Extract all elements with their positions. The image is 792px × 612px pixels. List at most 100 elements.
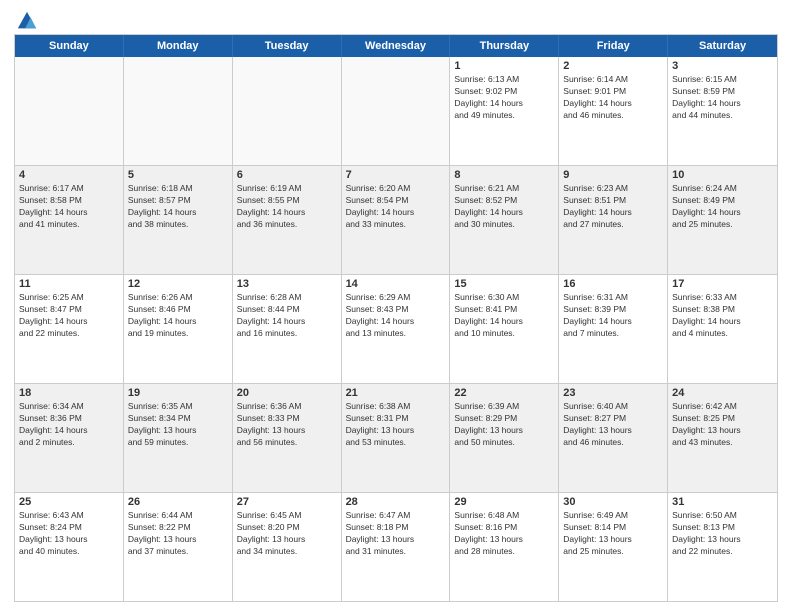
cal-cell: 4Sunrise: 6:17 AM Sunset: 8:58 PM Daylig… [15, 166, 124, 274]
day-info: Sunrise: 6:24 AM Sunset: 8:49 PM Dayligh… [672, 183, 773, 231]
cal-cell: 11 Sunrise: 6:25 AM Sunset: 8:47 PM Dayli… [15, 275, 124, 383]
day-number: 22 [454, 387, 554, 399]
day-number: 19 [128, 387, 228, 399]
day-info: Sunrise: 6:29 AM Sunset: 8:43 PM Dayligh… [346, 292, 446, 340]
day-number: 20 [237, 387, 337, 399]
day-number: 30 [563, 496, 663, 508]
cal-cell: 21 Sunrise: 6:38 AM Sunset: 8:31 PM Dayli… [342, 384, 451, 492]
cal-cell: 20Sunrise: 6:36 AM Sunset: 8:33 PM Dayli… [233, 384, 342, 492]
day-info: Sunrise: 6:26 AM Sunset: 8:46 PM Dayligh… [128, 292, 228, 340]
cal-cell [342, 57, 451, 165]
day-number: 2 [563, 60, 663, 72]
cal-cell: 13 Sunrise: 6:28 AM Sunset: 8:44 PM Dayli… [233, 275, 342, 383]
day-info: Sunrise: 6:38 AM Sunset: 8:31 PM Dayligh… [346, 401, 446, 449]
week-row-2: 11 Sunrise: 6:25 AM Sunset: 8:47 PM Dayli… [15, 275, 777, 384]
cal-cell: 31 Sunrise: 6:50 AM Sunset: 8:13 PM Dayli… [668, 493, 777, 601]
week-row-0: 1Sunrise: 6:13 AM Sunset: 9:02 PM Daylig… [15, 57, 777, 166]
cal-cell: 9 Sunrise: 6:23 AM Sunset: 8:51 PM Daylig… [559, 166, 668, 274]
day-info: Sunrise: 6:15 AM Sunset: 8:59 PM Dayligh… [672, 74, 773, 122]
week-row-3: 18Sunrise: 6:34 AM Sunset: 8:36 PM Dayli… [15, 384, 777, 493]
cal-cell: 7 Sunrise: 6:20 AM Sunset: 8:54 PM Daylig… [342, 166, 451, 274]
cal-cell: 18Sunrise: 6:34 AM Sunset: 8:36 PM Dayli… [15, 384, 124, 492]
cal-cell: 1Sunrise: 6:13 AM Sunset: 9:02 PM Daylig… [450, 57, 559, 165]
day-info: Sunrise: 6:50 AM Sunset: 8:13 PM Dayligh… [672, 510, 773, 558]
calendar-body: 1Sunrise: 6:13 AM Sunset: 9:02 PM Daylig… [15, 57, 777, 601]
day-number: 7 [346, 169, 446, 181]
logo [14, 10, 38, 28]
cal-cell: 15 Sunrise: 6:30 AM Sunset: 8:41 PM Dayli… [450, 275, 559, 383]
day-info: Sunrise: 6:48 AM Sunset: 8:16 PM Dayligh… [454, 510, 554, 558]
day-number: 6 [237, 169, 337, 181]
day-number: 13 [237, 278, 337, 290]
cal-cell [233, 57, 342, 165]
day-number: 11 [19, 278, 119, 290]
day-number: 15 [454, 278, 554, 290]
day-number: 21 [346, 387, 446, 399]
cal-cell: 17Sunrise: 6:33 AM Sunset: 8:38 PM Dayli… [668, 275, 777, 383]
day-number: 31 [672, 496, 773, 508]
cal-cell: 2 Sunrise: 6:14 AM Sunset: 9:01 PM Daylig… [559, 57, 668, 165]
day-info: Sunrise: 6:23 AM Sunset: 8:51 PM Dayligh… [563, 183, 663, 231]
cal-cell: 25Sunrise: 6:43 AM Sunset: 8:24 PM Dayli… [15, 493, 124, 601]
day-info: Sunrise: 6:30 AM Sunset: 8:41 PM Dayligh… [454, 292, 554, 340]
cal-cell: 12 Sunrise: 6:26 AM Sunset: 8:46 PM Dayli… [124, 275, 233, 383]
day-number: 12 [128, 278, 228, 290]
day-number: 26 [128, 496, 228, 508]
day-number: 27 [237, 496, 337, 508]
cal-cell: 8Sunrise: 6:21 AM Sunset: 8:52 PM Daylig… [450, 166, 559, 274]
day-info: Sunrise: 6:28 AM Sunset: 8:44 PM Dayligh… [237, 292, 337, 340]
header-day-sunday: Sunday [15, 35, 124, 57]
day-number: 16 [563, 278, 663, 290]
header-day-friday: Friday [559, 35, 668, 57]
header [14, 10, 778, 28]
day-info: Sunrise: 6:18 AM Sunset: 8:57 PM Dayligh… [128, 183, 228, 231]
cal-cell [124, 57, 233, 165]
cal-cell: 5 Sunrise: 6:18 AM Sunset: 8:57 PM Daylig… [124, 166, 233, 274]
day-info: Sunrise: 6:19 AM Sunset: 8:55 PM Dayligh… [237, 183, 337, 231]
cal-cell: 10 Sunrise: 6:24 AM Sunset: 8:49 PM Dayli… [668, 166, 777, 274]
day-number: 29 [454, 496, 554, 508]
day-number: 23 [563, 387, 663, 399]
day-number: 14 [346, 278, 446, 290]
logo-icon [16, 10, 38, 32]
cal-cell: 29 Sunrise: 6:48 AM Sunset: 8:16 PM Dayli… [450, 493, 559, 601]
day-number: 10 [672, 169, 773, 181]
day-info: Sunrise: 6:13 AM Sunset: 9:02 PM Dayligh… [454, 74, 554, 122]
day-info: Sunrise: 6:17 AM Sunset: 8:58 PM Dayligh… [19, 183, 119, 231]
week-row-4: 25Sunrise: 6:43 AM Sunset: 8:24 PM Dayli… [15, 493, 777, 601]
page: SundayMondayTuesdayWednesdayThursdayFrid… [0, 0, 792, 612]
day-number: 28 [346, 496, 446, 508]
day-number: 3 [672, 60, 773, 72]
cal-cell: 14 Sunrise: 6:29 AM Sunset: 8:43 PM Dayli… [342, 275, 451, 383]
cal-cell: 26 Sunrise: 6:44 AM Sunset: 8:22 PM Dayli… [124, 493, 233, 601]
day-info: Sunrise: 6:40 AM Sunset: 8:27 PM Dayligh… [563, 401, 663, 449]
day-number: 5 [128, 169, 228, 181]
day-info: Sunrise: 6:25 AM Sunset: 8:47 PM Dayligh… [19, 292, 119, 340]
day-info: Sunrise: 6:34 AM Sunset: 8:36 PM Dayligh… [19, 401, 119, 449]
day-info: Sunrise: 6:42 AM Sunset: 8:25 PM Dayligh… [672, 401, 773, 449]
cal-cell [15, 57, 124, 165]
day-info: Sunrise: 6:44 AM Sunset: 8:22 PM Dayligh… [128, 510, 228, 558]
day-info: Sunrise: 6:49 AM Sunset: 8:14 PM Dayligh… [563, 510, 663, 558]
calendar: SundayMondayTuesdayWednesdayThursdayFrid… [14, 34, 778, 602]
day-number: 25 [19, 496, 119, 508]
day-info: Sunrise: 6:14 AM Sunset: 9:01 PM Dayligh… [563, 74, 663, 122]
day-info: Sunrise: 6:20 AM Sunset: 8:54 PM Dayligh… [346, 183, 446, 231]
header-day-saturday: Saturday [668, 35, 777, 57]
cal-cell: 28Sunrise: 6:47 AM Sunset: 8:18 PM Dayli… [342, 493, 451, 601]
cal-cell: 23 Sunrise: 6:40 AM Sunset: 8:27 PM Dayli… [559, 384, 668, 492]
calendar-header: SundayMondayTuesdayWednesdayThursdayFrid… [15, 35, 777, 57]
day-info: Sunrise: 6:31 AM Sunset: 8:39 PM Dayligh… [563, 292, 663, 340]
cal-cell: 6 Sunrise: 6:19 AM Sunset: 8:55 PM Daylig… [233, 166, 342, 274]
cal-cell: 19 Sunrise: 6:35 AM Sunset: 8:34 PM Dayli… [124, 384, 233, 492]
week-row-1: 4Sunrise: 6:17 AM Sunset: 8:58 PM Daylig… [15, 166, 777, 275]
day-number: 17 [672, 278, 773, 290]
header-day-tuesday: Tuesday [233, 35, 342, 57]
day-info: Sunrise: 6:35 AM Sunset: 8:34 PM Dayligh… [128, 401, 228, 449]
header-day-monday: Monday [124, 35, 233, 57]
header-day-wednesday: Wednesday [342, 35, 451, 57]
cal-cell: 27Sunrise: 6:45 AM Sunset: 8:20 PM Dayli… [233, 493, 342, 601]
header-day-thursday: Thursday [450, 35, 559, 57]
day-number: 9 [563, 169, 663, 181]
day-number: 8 [454, 169, 554, 181]
